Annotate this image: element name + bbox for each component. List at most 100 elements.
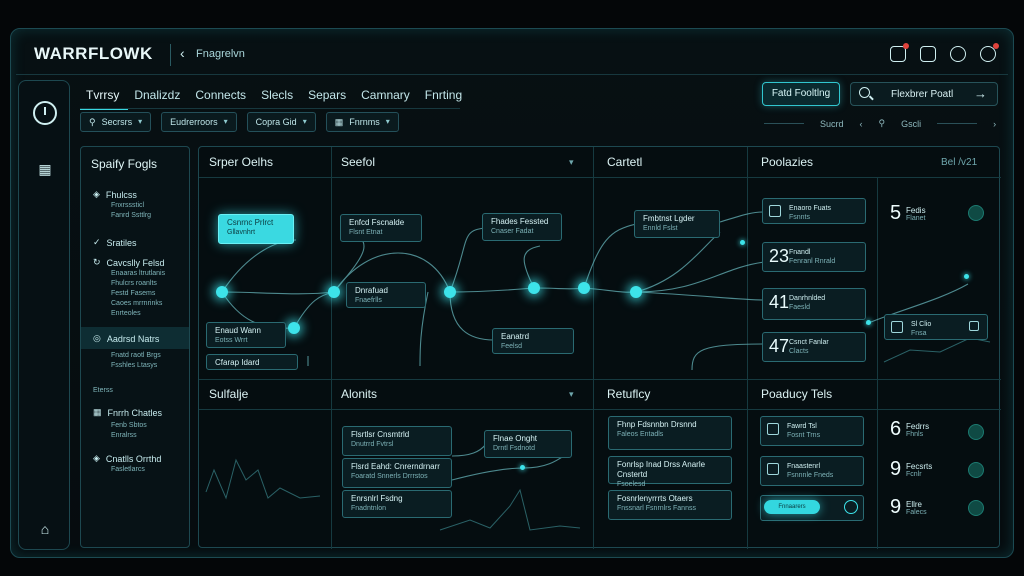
sidebar-item-selected[interactable]: ◎ Aadrsd Natrs [93, 333, 159, 344]
tab-fnrting[interactable]: Fnrting [419, 86, 471, 110]
alert-node[interactable]: Flsrtlsr Cnsmtrld Dnutrrd Fvtrsl [342, 426, 452, 456]
sidebar-subitem[interactable]: Enralrss [111, 431, 147, 441]
back-chevron-icon[interactable]: ‹ [180, 45, 185, 61]
return-item[interactable]: Fhnp Fdsnnbn Drsnnd Faleos Entadls [608, 416, 732, 450]
stat-card[interactable]: Enaoro Fuats Fsnnts [762, 198, 866, 224]
column-header: Alonits [341, 387, 378, 401]
expand-icon[interactable] [969, 321, 979, 331]
chevron-down-icon[interactable]: ▾ [569, 157, 574, 168]
flow-node-dot[interactable] [578, 282, 590, 294]
tab-dnalizdz[interactable]: Dnalizdz [128, 86, 189, 110]
sidebar-item[interactable]: ↻ Cavcslly Felsd [93, 257, 165, 268]
workflow-node[interactable]: Dnrafuad Fnaefrlls [346, 282, 426, 308]
pager-left-label[interactable]: Sucrd [820, 119, 844, 129]
tab-slecls[interactable]: Slecls [255, 86, 302, 110]
sidebar-subitem[interactable]: Fnxrsssticl [111, 201, 151, 211]
bell-icon[interactable] [950, 46, 966, 62]
alert-node[interactable]: Enrsnlrl Fsdng Fnadntnlon [342, 490, 452, 518]
action-pill-button[interactable]: Fnnaarers [764, 500, 820, 514]
node-subtitle: Gllavnhrt [227, 229, 256, 236]
chevron-left-icon[interactable]: ‹ [860, 119, 863, 129]
product-stat-card[interactable]: Fnaastenrl Fsnnnle Fneds [760, 456, 864, 486]
sidebar-subitem[interactable]: Caoes mrrnrinks [111, 299, 165, 309]
arrow-right-icon[interactable]: → [974, 86, 987, 101]
sidebar-item-label: Fnrrh Chatles [107, 407, 163, 418]
filter-dropdown[interactable]: ▦ Fnrnms ▾ [325, 112, 399, 132]
node-title: Cfarap Idard [215, 358, 260, 367]
clock-icon[interactable] [33, 101, 57, 125]
search-input[interactable]: Flexbrer Poatl → [850, 82, 998, 106]
product-stat-card[interactable]: Fawrd Tsl Fosnt Trns [760, 416, 864, 446]
flow-node-dot[interactable] [866, 320, 871, 325]
flow-node-dot[interactable] [328, 286, 340, 298]
tab-camnary[interactable]: Camnary [355, 86, 419, 110]
pager-right-label[interactable]: Gscli [901, 119, 921, 129]
primary-action-button[interactable]: Fatd Fooltlng [762, 82, 840, 106]
sidebar-item[interactable]: ▦ Fnrrh Chatles [93, 407, 162, 418]
return-item[interactable]: Fonrlsp Inad Drss Anarle Cnstertd Fsoele… [608, 456, 732, 488]
sidebar-subitem[interactable]: Fhulcrs roanlts [111, 279, 165, 289]
filter-dropdown[interactable]: ⚲ Secrsrs ▾ [80, 112, 152, 132]
alert-node[interactable]: Flnae Onght Drntl Fsdnotd [484, 430, 572, 458]
notification-icon[interactable] [890, 43, 909, 62]
sidebar-item[interactable]: ✓ Sratiles [93, 237, 137, 248]
workflow-node[interactable]: Fhades Fessted Cnaser Fadat [482, 213, 562, 241]
clipboard-icon[interactable] [920, 46, 936, 62]
tab-tvrrsy[interactable]: Tvrrsy [80, 86, 129, 110]
status-dot-icon [968, 205, 984, 221]
date-filter[interactable]: Bel /v21 [941, 157, 977, 168]
breadcrumb[interactable]: Fnagrelvn [196, 48, 245, 60]
stat-card[interactable]: Sl Clio Fnsa [884, 314, 988, 340]
node-subtitle: Fnaefrlls [355, 297, 382, 304]
workflow-node[interactable]: Eanatrd Feelsd [492, 328, 574, 354]
chevron-down-icon[interactable]: ▾ [569, 389, 574, 400]
flow-node-dot[interactable] [288, 322, 300, 334]
chevron-right-icon[interactable]: › [993, 119, 996, 129]
calculator-icon[interactable]: ▦ [33, 157, 57, 181]
kpi-number: 9 [890, 496, 902, 518]
sidebar-item[interactable]: ◈ Cnatlls Orrthd [93, 453, 161, 464]
chevron-down-icon: ▾ [385, 117, 390, 126]
flow-node-dot[interactable] [444, 286, 456, 298]
alert-node[interactable]: Flsrd Eahd: Cnrerndrnarr Foaratd Snnerls… [342, 458, 452, 488]
chevron-down-icon: ▾ [302, 117, 307, 126]
workflow-node[interactable]: Enfcd Fscnalde Flsnt Etnat [340, 214, 422, 242]
stat-card[interactable]: 47 Csnct Fanlar Clacts [762, 332, 866, 362]
filter-dropdown[interactable]: Eudrerroors ▾ [161, 112, 237, 132]
node-subtitle: Cnaser Fadat [491, 228, 534, 235]
search-icon: ⚲ [878, 118, 886, 128]
workflow-node[interactable]: Cfarap Idard [206, 354, 298, 370]
return-item[interactable]: Fosnrlenyrrrts Otaers Fnssnarl Fsnrnlrs … [608, 490, 732, 520]
sidebar-subitem[interactable]: Enaaras ltrutlanis [111, 269, 165, 279]
flow-node-dot[interactable] [964, 274, 969, 279]
left-rail: ▦ ⌂ [18, 80, 70, 550]
flow-node-dot[interactable] [520, 465, 525, 470]
tab-separs[interactable]: Separs [302, 86, 355, 110]
workflow-node[interactable]: Fmbtnst Lgder Ennld Fslst [634, 210, 720, 238]
workflow-node[interactable]: Enaud Wann Eotss Wrrt [206, 322, 286, 348]
sidebar-subitem[interactable]: Enrteoles [111, 309, 165, 319]
ring-icon[interactable] [844, 500, 858, 514]
sidebar-subitem[interactable]: Fnatd raotl Brgs [111, 351, 161, 361]
flow-node-dot[interactable] [528, 282, 540, 294]
flow-node-dot[interactable] [216, 286, 228, 298]
sidebar-subitem[interactable]: Fenb Sbtos [111, 421, 147, 431]
sidebar-subitem[interactable]: Fanrd Ssttlrg [111, 211, 151, 221]
sidebar-subitem[interactable]: Fsshles Ltasys [111, 361, 161, 371]
filter-dropdown[interactable]: Copra Gid ▾ [246, 112, 316, 132]
workflow-node-active[interactable]: Csnrnc Prlrct Gllavnhrt [218, 214, 294, 244]
tab-connects[interactable]: Connects [189, 86, 255, 110]
column-header: Cartetl [607, 155, 643, 169]
sidebar-item[interactable]: ◈ Fhulcss [93, 189, 137, 200]
sidebar-subitem[interactable]: Festd Fasems [111, 289, 165, 299]
flow-node-dot[interactable] [630, 286, 642, 298]
flow-node-dot[interactable] [740, 240, 745, 245]
stat-card[interactable]: 41 Danrhnlded Faesld [762, 288, 866, 320]
sidebar-subitem[interactable]: Fasletlarcs [111, 465, 145, 475]
node-subtitle: Fnadntnlon [351, 505, 387, 512]
home-icon[interactable]: ⌂ [33, 517, 57, 541]
stat-title: Fnaastenrl [787, 463, 821, 470]
stat-card[interactable]: 23 Fnandl Fenranl Rnrald [762, 242, 866, 272]
profile-icon[interactable] [980, 43, 999, 62]
status-dot-icon [968, 424, 984, 440]
